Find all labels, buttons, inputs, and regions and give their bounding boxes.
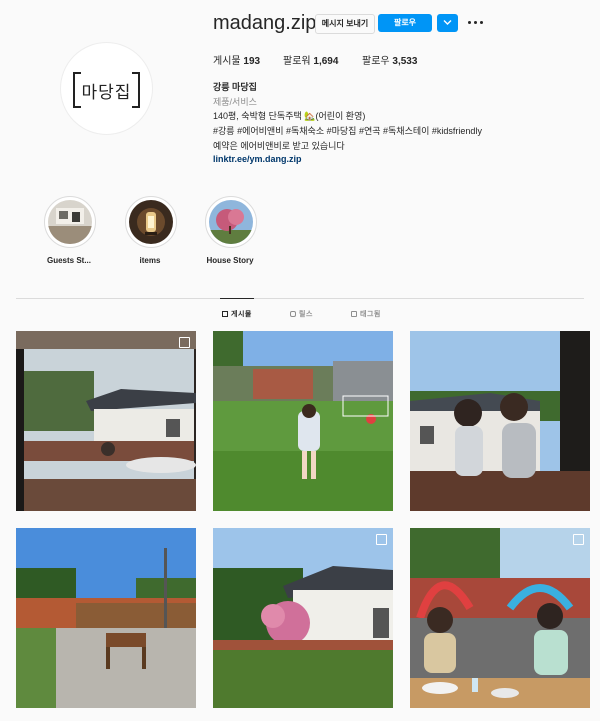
logo-bracket-right [132, 72, 140, 108]
multi-photo-icon [376, 534, 387, 545]
dot-icon [474, 21, 477, 24]
highlight-items[interactable] [125, 196, 177, 248]
posts-count: 게시물 193 [213, 56, 261, 67]
tabs-divider [16, 298, 584, 299]
followers-count[interactable]: 팔로워 1,694 [283, 52, 338, 67]
post-thumbnail[interactable] [16, 528, 196, 708]
highlight-cover [48, 200, 92, 244]
post-thumbnail[interactable] [410, 528, 590, 708]
reels-icon [290, 311, 296, 317]
post-thumbnail[interactable] [16, 331, 196, 511]
highlight-cover [129, 200, 173, 244]
following-count[interactable]: 팔로우 3,533 [362, 52, 417, 67]
tagged-icon [351, 311, 357, 317]
highlight-guests[interactable] [44, 196, 96, 248]
multi-photo-icon [573, 534, 584, 545]
multi-photo-icon [179, 337, 190, 348]
highlight-cover [209, 200, 253, 244]
post-thumbnail[interactable] [213, 331, 393, 511]
more-options-button[interactable] [468, 15, 484, 29]
grid-icon [222, 311, 228, 317]
bio-line: 140평, 숙박형 단독주택 🏡(어린이 환영) [213, 111, 366, 121]
tab-posts[interactable]: 게시물 [222, 309, 252, 319]
profile-username: madang.zip [213, 12, 317, 34]
post-thumbnail[interactable] [213, 528, 393, 708]
bio-link[interactable]: linktr.ee/ym.dang.zip [213, 154, 302, 164]
active-tab-indicator [220, 298, 254, 299]
message-button[interactable]: 메시지 보내기 [315, 14, 375, 34]
highlight-label: House Story [206, 256, 254, 265]
dot-icon [468, 21, 471, 24]
tab-reels[interactable]: 릴스 [290, 309, 313, 319]
highlight-label: Guests St... [46, 256, 91, 265]
bio-hashtags[interactable]: #강릉 #에어비앤비 #독채숙소 #마당집 #연곡 #독채스테이 #kidsfr… [213, 124, 482, 137]
post-thumbnail[interactable] [410, 331, 590, 511]
highlight-label: items [139, 256, 161, 265]
suggested-dropdown-button[interactable] [437, 14, 458, 32]
follow-button[interactable]: 팔로우 [378, 14, 432, 32]
bio-name: 강릉 마당집 [213, 82, 257, 92]
bio-category: 제품/서비스 [213, 97, 257, 107]
dot-icon [480, 21, 483, 24]
profile-avatar[interactable]: 마당집 [60, 42, 153, 135]
bio-line: 예약은 에어비앤비로 받고 있습니다 [213, 141, 345, 151]
highlight-house-story[interactable] [205, 196, 257, 248]
tab-tagged[interactable]: 태그됨 [351, 309, 381, 319]
chevron-down-icon [443, 20, 452, 25]
